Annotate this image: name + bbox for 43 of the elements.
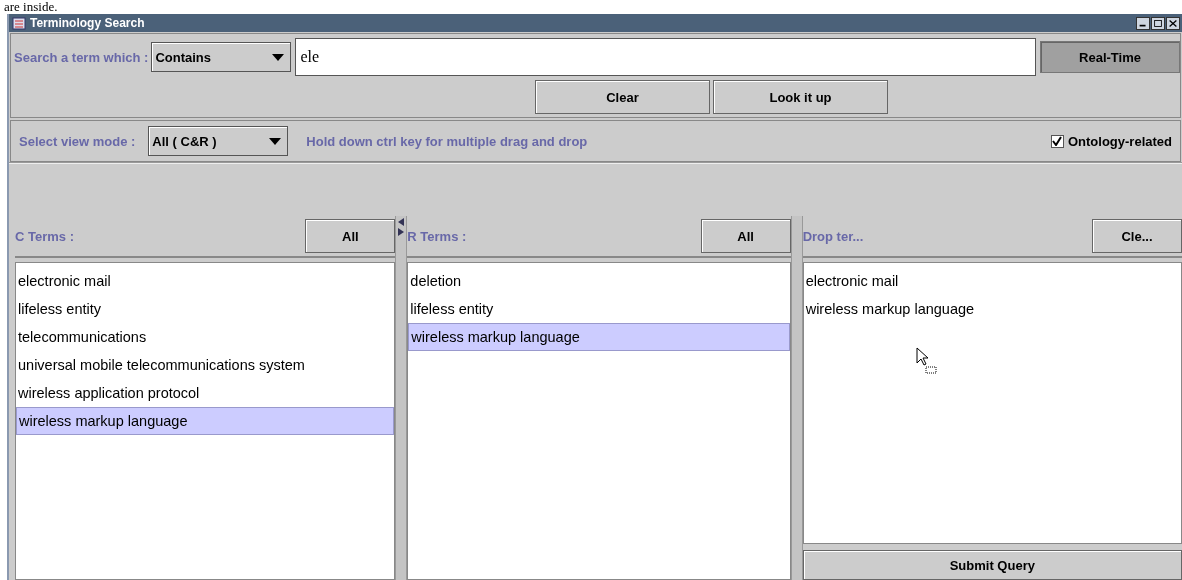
panel-button[interactable]: All bbox=[700, 219, 791, 253]
list-item[interactable]: electronic mail bbox=[803, 267, 1181, 295]
search-field[interactable]: ele bbox=[295, 38, 1036, 76]
list-item[interactable]: telecommunications bbox=[16, 323, 395, 351]
drag-drop-hint: Hold down ctrl key for multiple drag and drop bbox=[306, 133, 589, 149]
ontology-checkbox[interactable]: Ontology-related bbox=[1051, 133, 1172, 149]
panel-title: C Terms : bbox=[15, 228, 74, 244]
list-item[interactable]: universal mobile telecommunications system bbox=[16, 351, 395, 379]
list-item[interactable]: wireless markup language bbox=[16, 407, 395, 435]
action-button[interactable]: Look it up bbox=[713, 80, 888, 114]
search-label: Search a term which : bbox=[14, 49, 149, 65]
drag-cursor-icon bbox=[915, 347, 940, 375]
maximize-icon[interactable] bbox=[1151, 16, 1165, 30]
close-icon[interactable] bbox=[1166, 16, 1180, 30]
caret-icon bbox=[272, 53, 285, 61]
caret-icon bbox=[269, 137, 282, 145]
view-mode-label: Select view mode : bbox=[19, 133, 136, 149]
real-time-toggle[interactable]: Real-Time bbox=[1040, 41, 1180, 73]
page-text-fragment: are inside. bbox=[3, 0, 59, 14]
expand-right-icon[interactable] bbox=[398, 228, 405, 236]
term-list[interactable]: electronic mail wireless markup language bbox=[802, 262, 1182, 544]
list-item[interactable]: lifeless entity bbox=[408, 295, 790, 323]
panel-button[interactable]: Cle... bbox=[1092, 219, 1182, 253]
app-icon bbox=[12, 16, 26, 30]
checkbox-box[interactable] bbox=[1051, 134, 1064, 148]
term-list[interactable]: electronic mail lifeless entity telecommunications universal mobile telecommunications system wireless application protocol wireless markup language bbox=[15, 262, 396, 580]
submit-query-button[interactable]: Submit Query bbox=[802, 550, 1182, 580]
term-list[interactable]: deletion lifeless entity wireless markup language bbox=[407, 262, 791, 580]
window-title: Terminology Search bbox=[30, 16, 146, 30]
list-item[interactable]: wireless application protocol bbox=[16, 379, 395, 407]
list-item[interactable]: lifeless entity bbox=[16, 295, 395, 323]
list-item[interactable]: wireless markup language bbox=[803, 295, 1181, 323]
match-mode-dropdown[interactable]: Contains bbox=[151, 42, 292, 72]
minimize-icon[interactable] bbox=[1136, 16, 1150, 30]
list-item[interactable]: electronic mail bbox=[16, 267, 395, 295]
panel-title: Drop ter... bbox=[802, 228, 864, 244]
view-mode-dropdown[interactable]: All ( C&R ) bbox=[148, 126, 289, 156]
panel-title: R Terms : bbox=[407, 228, 467, 244]
list-item[interactable]: deletion bbox=[408, 267, 790, 295]
list-item[interactable]: wireless markup language bbox=[408, 323, 790, 351]
action-button[interactable]: Clear bbox=[535, 80, 710, 114]
panel-button[interactable]: All bbox=[305, 219, 396, 253]
collapse-left-icon[interactable] bbox=[398, 218, 405, 226]
